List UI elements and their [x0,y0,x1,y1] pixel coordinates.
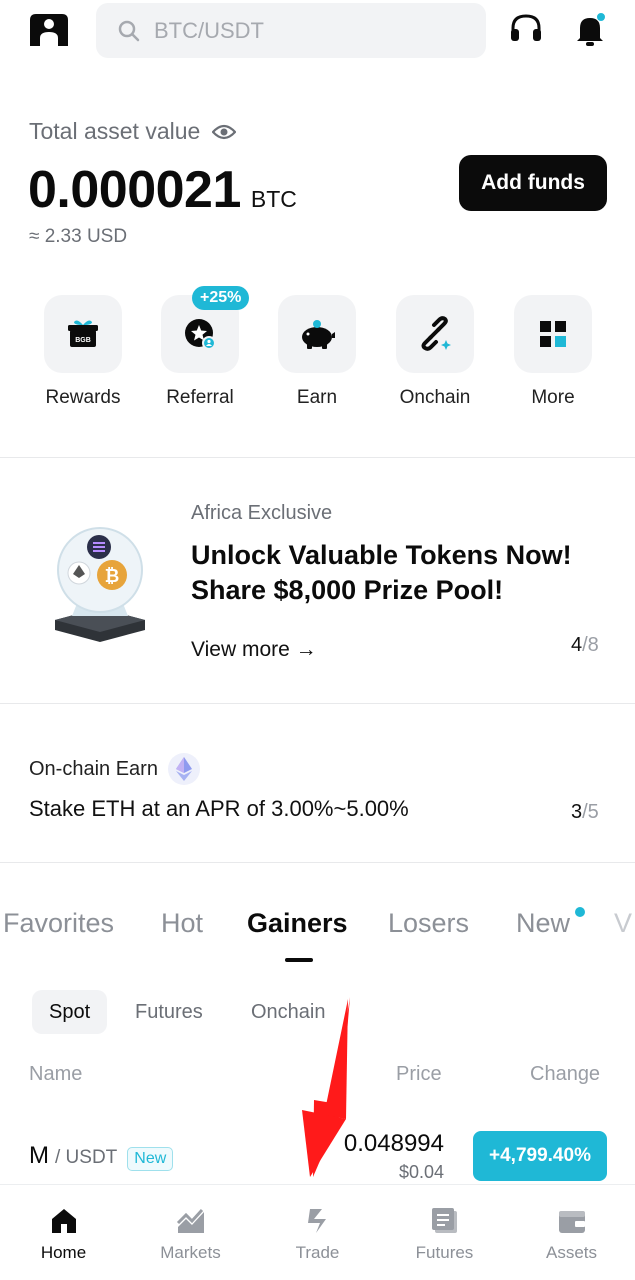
pair-name: M / USDT New [29,1142,174,1171]
referral-star-icon [185,319,216,350]
eye-icon[interactable] [212,123,237,141]
wallet-icon [558,1211,585,1233]
svg-text:₿: ₿ [105,566,120,586]
earn-title: Stake ETH at an APR of 3.00%~5.00% [29,796,409,821]
grid-icon [540,321,566,347]
piggy-bank-icon [302,320,335,349]
asset-amount: 0.000021 [28,161,241,219]
pair-price: 0.048994 [343,1130,444,1157]
nav-label: Futures [415,1243,474,1262]
market-tabs: Favorites Hot Gainers Losers New V [0,908,635,948]
pager-total: /5 [582,801,599,823]
search-placeholder: BTC/USDT [154,17,264,43]
new-tab-dot [575,907,585,917]
quick-action-label: More [531,387,575,408]
nav-assets[interactable]: Assets [508,1185,635,1263]
nav-label: Trade [295,1243,340,1262]
quick-action-more[interactable]: More [493,295,613,409]
add-funds-button[interactable]: Add funds [459,155,607,211]
crystal-ball-coins-image: ₿ [55,527,145,642]
pager-total: /8 [582,634,599,656]
referral-bonus-badge: +25% [192,286,250,310]
tab-overflow[interactable]: V [614,908,632,939]
subtab-spot[interactable]: Spot [32,990,108,1034]
onchain-tile[interactable] [396,295,474,373]
nav-label: Assets [545,1243,598,1262]
active-tab-indicator [285,958,313,962]
quick-action-onchain[interactable]: Onchain [375,295,495,409]
subtab-futures[interactable]: Futures [135,990,203,1034]
quick-action-earn[interactable]: Earn [257,295,377,409]
pager-current: 3 [571,801,583,823]
search-bar[interactable]: BTC/USDT [96,3,486,58]
nav-markets[interactable]: Markets [127,1185,254,1263]
more-tile[interactable] [514,295,592,373]
pair-symbol: M [29,1142,49,1169]
notification-dot [596,12,606,22]
view-more-link[interactable]: View more → [191,638,317,662]
promo-tag: Africa Exclusive [191,502,333,524]
gift-box-icon: BGB [68,320,98,347]
rewards-tile[interactable]: BGB [44,295,122,373]
promo-pager: 4/8 [571,634,599,657]
search-icon [118,20,140,41]
nav-trade[interactable]: Trade [254,1185,381,1263]
tab-losers[interactable]: Losers [388,908,469,939]
asset-unit: BTC [250,186,297,212]
column-change[interactable]: Change [530,1063,600,1086]
nav-home[interactable]: Home [0,1185,127,1263]
ethereum-icon [167,753,200,785]
divider [0,862,635,863]
headset-support-icon[interactable] [508,12,544,48]
quick-action-label: Earn [296,387,338,408]
divider [0,457,635,458]
futures-icon [431,1208,457,1233]
pair-price-usd: $0.04 [398,1162,444,1182]
divider [0,703,635,704]
asset-usd-value: ≈ 2.33 USD [29,226,128,247]
tab-new[interactable]: New [516,908,570,939]
svg-text:BGB: BGB [75,337,91,344]
earn-pager: 3/5 [571,801,599,824]
promo-title: Unlock Valuable Tokens Now! Share $8,000… [191,540,572,605]
home-icon [51,1209,76,1233]
tab-hot[interactable]: Hot [161,908,203,939]
column-price[interactable]: Price [396,1063,442,1086]
quick-action-label: Rewards [45,387,121,408]
markets-chart-icon [176,1208,204,1233]
top-bar: BTC/USDT [0,0,635,62]
new-badge: New [127,1147,174,1171]
earn-tag: On-chain Earn [29,753,200,785]
column-name[interactable]: Name [29,1063,82,1086]
pair-quote: / USDT [55,1147,118,1168]
nav-label: Markets [160,1243,221,1262]
pager-current: 4 [571,634,583,656]
tab-favorites[interactable]: Favorites [3,908,114,939]
quick-action-rewards[interactable]: BGB Rewards [23,295,143,409]
earn-tile[interactable] [278,295,356,373]
quick-action-label: Onchain [399,387,471,408]
tab-gainers[interactable]: Gainers [247,908,348,939]
quick-action-referral[interactable]: +25% Referral [140,286,260,409]
quick-action-label: Referral [166,387,234,408]
nav-label: Home [40,1243,87,1262]
change-badge[interactable]: +4,799.40% [473,1131,607,1181]
total-asset-value: 0.000021 BTC [28,160,297,220]
app-logo-icon[interactable] [28,10,70,50]
trade-icon [307,1209,326,1233]
bottom-nav: Home Markets Trade Futures Assets [0,1184,635,1280]
total-asset-label: Total asset value [29,118,237,145]
total-asset-label-text: Total asset value [29,118,201,144]
annotation-arrow-icon [302,997,350,1177]
chain-link-icon [421,316,451,351]
earn-tag-text: On-chain Earn [29,757,158,780]
nav-futures[interactable]: Futures [381,1185,508,1263]
